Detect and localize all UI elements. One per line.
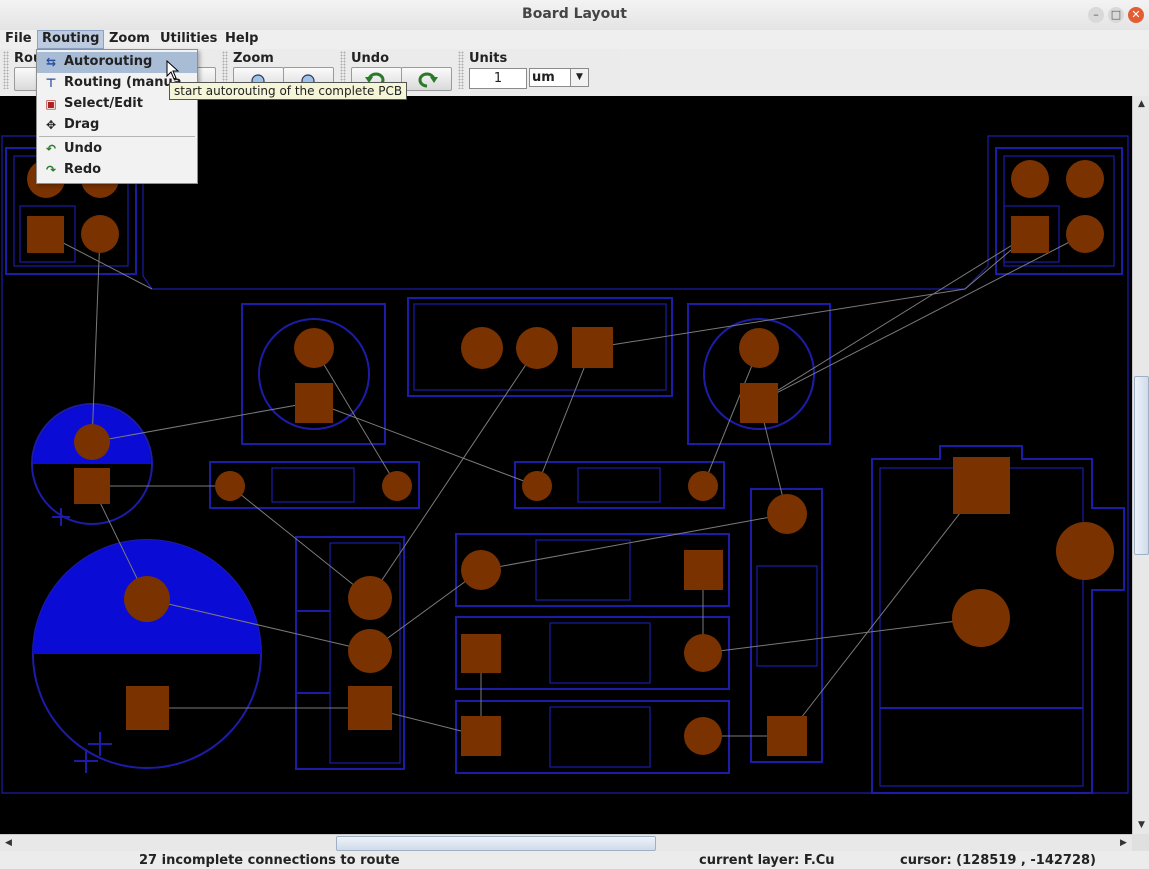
autoroute-icon: ⇆ [45,55,57,69]
menu-item-undo[interactable]: ↶ Undo [37,139,197,160]
toolbar-units-label: Units [469,51,508,66]
drag-icon: ✥ [45,118,57,132]
menu-item-label: Undo [64,141,103,156]
menu-zoom[interactable]: Zoom [105,31,154,48]
toolbar-grip[interactable] [458,51,464,89]
menu-item-label: Drag [64,117,100,132]
minimize-button[interactable]: – [1088,7,1104,23]
units-select[interactable]: um ▼ [529,68,589,87]
menu-item-redo[interactable]: ↷ Redo [37,160,197,181]
vertical-scroll-thumb[interactable] [1134,376,1149,555]
scroll-down-icon[interactable]: ▼ [1133,817,1149,834]
ratsnest-lines [45,233,1086,737]
menu-item-label: Autorouting [64,54,153,69]
autorouting-tooltip: start autorouting of the complete PCB [169,82,408,100]
pcb-drawing[interactable] [0,96,1132,834]
menu-item-label: Routing (manua [64,75,182,90]
menu-item-label: Select/Edit [64,96,143,111]
undo-icon: ↶ [45,142,57,156]
mouse-pointer-icon [166,60,180,80]
status-cursor: cursor: (128519 , -142728) [900,853,1096,868]
units-value-input[interactable]: 1 [469,68,527,89]
status-bar: 27 incomplete connections to route curre… [0,851,1149,869]
redo-button[interactable] [401,67,452,91]
window-title: Board Layout [522,6,627,22]
chevron-down-icon[interactable]: ▼ [570,69,588,86]
scroll-left-icon[interactable]: ◀ [0,835,17,852]
toolbar-grip[interactable] [3,51,9,89]
title-bar: Board Layout – □ ✕ [0,0,1149,31]
scroll-right-icon[interactable]: ▶ [1115,835,1132,852]
redo-icon: ↷ [45,163,57,177]
close-button[interactable]: ✕ [1128,7,1144,23]
menu-utilities[interactable]: Utilities [156,31,221,48]
board-canvas[interactable] [0,96,1132,834]
status-message: 27 incomplete connections to route [139,853,400,868]
maximize-button[interactable]: □ [1108,7,1124,23]
menu-separator [39,136,195,137]
toolbar-zoom-label: Zoom [233,51,274,66]
pads [27,160,1114,756]
menu-bar: File Routing Zoom Utilities Help [0,30,1149,49]
scroll-corner [1132,834,1149,851]
menu-item-label: Redo [64,162,102,177]
units-select-value: um [532,70,555,85]
menu-routing[interactable]: Routing [37,30,105,49]
redo-icon [418,72,438,88]
horizontal-scroll-thumb[interactable] [336,836,656,851]
select-edit-icon: ▣ [45,97,57,111]
manual-route-icon: ⊤ [45,76,57,90]
toolbar-undo-label: Undo [351,51,390,66]
status-layer: current layer: F.Cu [699,853,835,868]
menu-item-drag[interactable]: ✥ Drag [37,115,197,136]
scroll-up-icon[interactable]: ▲ [1133,96,1149,113]
menu-help[interactable]: Help [221,31,262,48]
menu-file[interactable]: File [1,31,36,48]
